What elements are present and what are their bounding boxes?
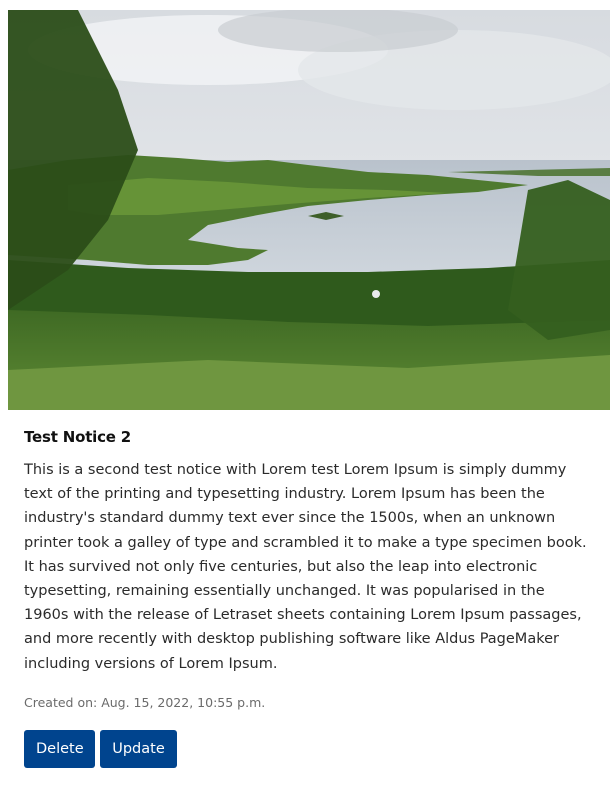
- created-timestamp: Created on: Aug. 15, 2022, 10:55 p.m.: [24, 695, 266, 710]
- notice-title: Test Notice 2: [24, 428, 132, 446]
- delete-button[interactable]: Delete: [24, 730, 95, 768]
- notice-card: Test Notice 2 This is a second test noti…: [0, 0, 614, 789]
- notice-image: [8, 10, 610, 410]
- update-button[interactable]: Update: [100, 730, 177, 768]
- notice-actions: Delete Update: [24, 730, 177, 768]
- notice-body: This is a second test notice with Lorem …: [24, 462, 587, 672]
